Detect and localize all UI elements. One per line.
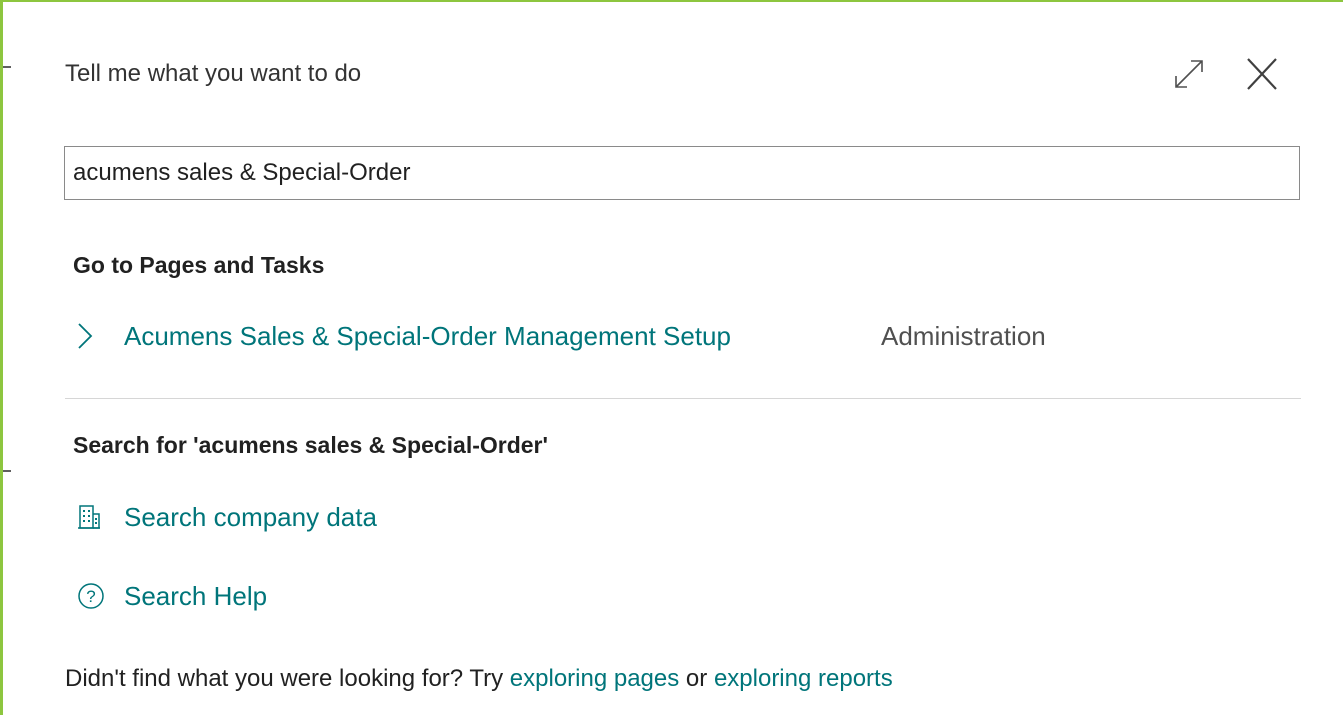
footer-prefix: Didn't find what you were looking for? T…: [65, 665, 510, 692]
footer-middle: or: [679, 665, 714, 692]
dialog-title: Tell me what you want to do: [65, 60, 362, 87]
search-help-label: Search Help: [124, 581, 268, 611]
search-company-data-link[interactable]: Search company data: [65, 497, 465, 537]
footer-hint: Didn't find what you were looking for? T…: [65, 664, 893, 694]
help-circle-icon: ?: [78, 583, 104, 609]
exploring-pages-link[interactable]: exploring pages: [510, 665, 679, 692]
expand-icon: [1175, 60, 1203, 88]
search-input[interactable]: [64, 146, 1300, 200]
edge-marker: [3, 66, 11, 68]
exploring-reports-link[interactable]: exploring reports: [714, 665, 893, 692]
pages-tasks-heading: Go to Pages and Tasks: [73, 252, 325, 278]
tell-me-dialog: Tell me what you want to do Go to Pages …: [0, 0, 1343, 715]
result-category: Administration: [881, 321, 1046, 351]
search-company-data-label: Search company data: [124, 502, 377, 532]
result-label: Acumens Sales & Special-Order Management…: [124, 321, 731, 351]
result-item-acumens-setup[interactable]: Acumens Sales & Special-Order Management…: [65, 314, 1301, 358]
search-help-link[interactable]: ? Search Help: [65, 576, 365, 616]
expand-button[interactable]: [1171, 56, 1207, 92]
close-icon: [1247, 58, 1277, 90]
search-for-heading: Search for 'acumens sales & Special-Orde…: [73, 432, 548, 458]
close-button[interactable]: [1243, 56, 1281, 92]
edge-marker: [3, 470, 11, 472]
section-divider: [65, 398, 1301, 399]
svg-text:?: ?: [86, 587, 95, 606]
chevron-right-icon: [78, 323, 93, 349]
building-icon: [78, 505, 100, 529]
